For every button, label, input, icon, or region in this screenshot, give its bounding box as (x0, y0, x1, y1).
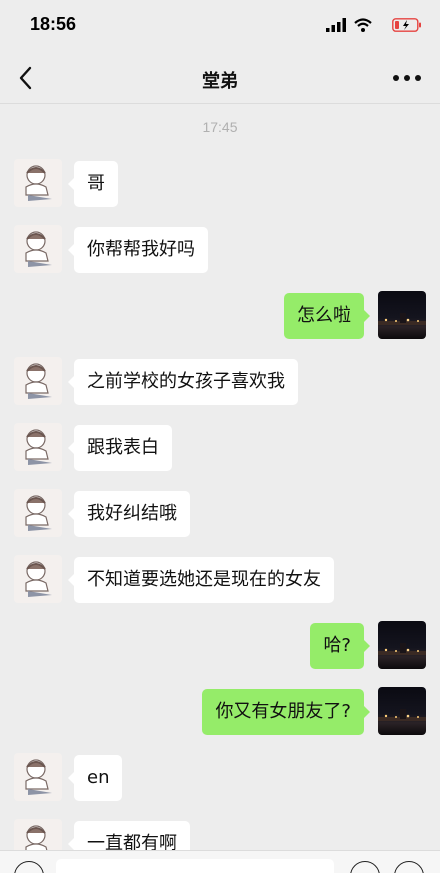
message-row: 哥 (0, 159, 440, 209)
message-row: en (0, 753, 440, 803)
my-avatar[interactable] (378, 621, 426, 669)
contact-avatar[interactable] (14, 819, 62, 850)
incoming-message-bubble[interactable]: 你帮帮我好吗 (68, 227, 208, 273)
wifi-icon (354, 18, 372, 32)
cartoon-boy-icon (25, 759, 52, 795)
nav-bar: 堂弟 (0, 52, 440, 104)
status-bar: 18:56 (0, 0, 440, 52)
contact-avatar[interactable] (14, 225, 62, 273)
outgoing-message-bubble[interactable]: 怎么啦 (284, 293, 370, 339)
night-city-icon (378, 709, 426, 721)
message-row: 你又有女朋友了? (0, 687, 440, 737)
incoming-message-bubble[interactable]: en (67, 755, 123, 801)
night-city-icon (378, 643, 426, 655)
contact-avatar[interactable] (14, 489, 62, 537)
voice-icon[interactable] (14, 861, 44, 873)
outgoing-message-bubble[interactable]: 哈? (310, 623, 370, 669)
cartoon-boy-icon (25, 165, 52, 201)
incoming-message-bubble[interactable]: 哥 (68, 161, 118, 207)
more-dots-icon[interactable] (392, 70, 422, 86)
status-icons (312, 18, 422, 34)
emoji-icon[interactable] (350, 861, 380, 873)
message-input[interactable] (56, 859, 334, 873)
my-avatar[interactable] (378, 687, 426, 735)
cartoon-boy-icon (25, 561, 52, 597)
plus-icon[interactable] (394, 861, 424, 873)
incoming-message-bubble[interactable]: 我好纠结哦 (68, 491, 190, 537)
contact-avatar[interactable] (14, 357, 62, 405)
incoming-message-bubble[interactable]: 之前学校的女孩子喜欢我 (68, 359, 298, 405)
cartoon-boy-icon (25, 231, 52, 267)
contact-avatar[interactable] (14, 555, 62, 603)
message-row: 不知道要选她还是现在的女友 (0, 555, 440, 605)
incoming-message-bubble[interactable]: 一直都有啊 (68, 821, 190, 850)
contact-avatar[interactable] (14, 753, 62, 801)
message-row: 我好纠结哦 (0, 489, 440, 539)
incoming-message-bubble[interactable]: 不知道要选她还是现在的女友 (68, 557, 334, 603)
chat-area[interactable]: 17:45 哥 你帮帮我好吗 怎么啦 之前学校的女孩子喜欢我 跟我表白 我好纠结… (0, 105, 440, 850)
contact-avatar[interactable] (14, 423, 62, 471)
my-avatar[interactable] (378, 291, 426, 339)
cartoon-boy-icon (25, 495, 52, 531)
contact-avatar[interactable] (14, 159, 62, 207)
message-row: 怎么啦 (0, 291, 440, 341)
chat-title: 堂弟 (202, 71, 238, 92)
incoming-message-bubble[interactable]: 跟我表白 (68, 425, 172, 471)
battery-icon (392, 18, 421, 32)
cartoon-boy-icon (25, 363, 52, 399)
message-row: 哈? (0, 621, 440, 671)
outgoing-message-bubble[interactable]: 你又有女朋友了? (202, 689, 370, 735)
message-row: 跟我表白 (0, 423, 440, 473)
message-row: 你帮帮我好吗 (0, 225, 440, 275)
cartoon-boy-icon (25, 429, 52, 465)
message-row: 一直都有啊 (0, 819, 440, 850)
night-city-icon (378, 313, 426, 325)
message-timestamp: 17:45 (202, 119, 238, 135)
signal-icon (326, 18, 346, 32)
message-row: 之前学校的女孩子喜欢我 (0, 357, 440, 407)
status-time: 18:56 (30, 14, 77, 34)
cartoon-boy-icon (25, 825, 48, 850)
input-bar (0, 850, 440, 873)
